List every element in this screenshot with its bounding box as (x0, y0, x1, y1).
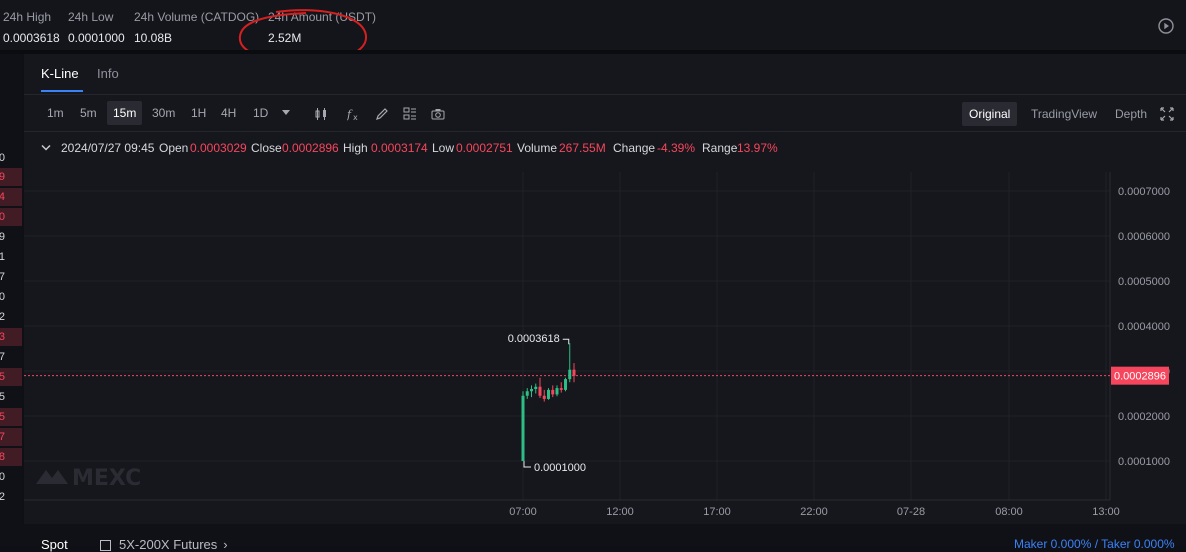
layout-settings-icon[interactable] (403, 107, 417, 121)
tab-spot[interactable]: Spot (41, 537, 68, 552)
list-item: 0 (0, 208, 22, 226)
order-book-digit: 5 (0, 371, 5, 383)
draw-pencil-icon[interactable] (375, 107, 389, 121)
timeframe-5m[interactable]: 5m (74, 101, 103, 125)
list-item: 0 (0, 468, 22, 486)
order-book-digit: 9 (0, 231, 5, 243)
view-tradingview-button[interactable]: TradingView (1024, 102, 1104, 126)
order-book-digit: 5 (0, 411, 5, 423)
list-item: 5 (0, 408, 22, 426)
stat-value: 2.52M (268, 31, 302, 45)
list-item: 5 (0, 388, 22, 406)
stat-label: 24h Amount (USDT) (268, 10, 377, 24)
order-book-digit: 0 (0, 152, 5, 164)
list-item: 5 (0, 368, 22, 386)
order-book-digit: 9 (0, 171, 5, 183)
stat-label: 24h High (3, 10, 52, 24)
high-label: High (343, 141, 368, 155)
order-book-digit: 5 (0, 391, 5, 403)
timeframe-15m[interactable]: 15m (107, 101, 143, 125)
order-book-digit: 8 (0, 451, 5, 463)
list-item: 2 (0, 488, 22, 506)
list-item: 0 (0, 149, 22, 167)
tab-futures[interactable]: 5X-200X Futures › (100, 537, 228, 552)
stat-value: 10.08B (134, 31, 173, 45)
order-book-digit: 0 (0, 471, 5, 483)
order-book-digit: 4 (0, 191, 5, 203)
change-label: Change (613, 141, 656, 155)
indicators-icon[interactable]: f x (347, 107, 361, 121)
low-label: Low (432, 141, 455, 155)
list-item: 7 (0, 428, 22, 446)
kline-panel: K-Line Info 1m 5m 15m 30m 1H 4H 1D f x O… (24, 54, 1186, 524)
list-item: 4 (0, 188, 22, 206)
svg-text:x: x (353, 113, 358, 121)
candle-datetime: 2024/07/27 09:45 (61, 141, 155, 155)
market-stats-bar: 24h High 0.0003618 24h Low 0.0001000 24h… (0, 0, 1186, 64)
list-item: 1 (0, 248, 22, 266)
tab-kline[interactable]: K-Line (41, 66, 79, 81)
fee-rate-link[interactable]: Maker 0.000% / Taker 0.000% (1014, 537, 1175, 551)
order-book-digit: 7 (0, 351, 5, 363)
range-value: 13.97% (737, 141, 778, 155)
timeframe-dropdown-icon[interactable] (281, 109, 291, 117)
active-tab-indicator (41, 90, 83, 92)
list-item: 9 (0, 228, 22, 246)
play-icon[interactable] (1158, 18, 1174, 34)
order-book-digit: 7 (0, 271, 5, 283)
view-original-button[interactable]: Original (962, 102, 1018, 126)
volume-label: Volume (517, 141, 558, 155)
order-book-digit: 7 (0, 431, 5, 443)
timeframe-1m[interactable]: 1m (41, 101, 70, 125)
bottom-tabs-bar: Spot 5X-200X Futures › Maker 0.000% / Tak… (0, 524, 1186, 552)
timeframe-1d[interactable]: 1D (247, 101, 274, 125)
candle-type-icon[interactable] (314, 107, 328, 121)
camera-icon[interactable] (431, 107, 445, 121)
order-book-digit: 0 (0, 211, 5, 223)
timeframe-4h[interactable]: 4H (215, 101, 242, 125)
range-label: Range (702, 141, 738, 155)
futures-label: 5X-200X Futures (119, 537, 218, 552)
order-book-digit: 3 (0, 331, 5, 343)
list-item: 8 (0, 448, 22, 466)
order-book-digit: 1 (0, 251, 5, 263)
collapse-chevron-icon[interactable] (41, 144, 51, 152)
chart-toolbar: 1m 5m 15m 30m 1H 4H 1D f x Original Trad… (24, 95, 1186, 132)
stat-value: 0.0001000 (68, 31, 125, 45)
chevron-right-icon: › (223, 537, 228, 552)
open-label: Open (159, 141, 189, 155)
list-item: 7 (0, 348, 22, 366)
timeframe-30m[interactable]: 30m (146, 101, 181, 125)
list-item: 0 (0, 288, 22, 306)
change-value: -4.39% (657, 141, 696, 155)
fullscreen-icon[interactable] (1160, 107, 1174, 121)
stat-label: 24h Low (68, 10, 114, 24)
timeframe-1h[interactable]: 1H (185, 101, 212, 125)
ohlc-info-bar: 2024/07/27 09:45 Open 0.0003029 Close 0.… (24, 136, 1104, 160)
open-value: 0.0003029 (190, 141, 247, 155)
list-item: 7 (0, 268, 22, 286)
volume-value: 267.55M (559, 141, 606, 155)
close-label: Close (251, 141, 282, 155)
order-book-digit: 0 (0, 291, 5, 303)
list-item: 2 (0, 308, 22, 326)
stat-label: 24h Volume (CATDOG) (134, 10, 260, 24)
low-value: 0.0002751 (456, 141, 513, 155)
list-item (0, 92, 22, 110)
high-value: 0.0003174 (371, 141, 428, 155)
order-book-digit: 2 (0, 491, 5, 503)
view-depth-button[interactable]: Depth (1108, 102, 1154, 126)
chart-tabs: K-Line Info (24, 54, 1186, 95)
list-item: 9 (0, 168, 22, 186)
order-book-edge: 0 0 9 4 0 9 1 7 0 2 3 7 5 5 5 7 8 0 2 (0, 54, 22, 546)
list-item: 3 (0, 328, 22, 346)
list-item: 0 (0, 62, 22, 80)
order-book-digit: 2 (0, 311, 5, 323)
stat-value: 0.0003618 (3, 31, 60, 45)
tab-info[interactable]: Info (97, 66, 119, 81)
close-value: 0.0002896 (282, 141, 339, 155)
